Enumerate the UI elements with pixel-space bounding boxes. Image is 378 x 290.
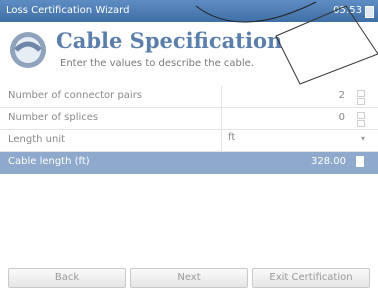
page-title: Cable Specification: [56, 28, 283, 53]
connector-pairs-label: Number of connector pairs: [8, 90, 143, 101]
wizard-footer: Back Next Exit Certification: [0, 265, 378, 290]
cable-length-row[interactable]: Cable length (ft) 328.00: [0, 152, 378, 174]
cable-length-value[interactable]: 328.00: [311, 156, 346, 167]
delete-icon[interactable]: [356, 156, 364, 167]
next-button[interactable]: Next: [130, 268, 248, 288]
page-subtitle: Enter the values to describe the cable.: [60, 58, 254, 69]
connector-pairs-stepper[interactable]: [357, 90, 365, 105]
cable-form: Number of connector pairs 2 Number of sp…: [0, 86, 378, 174]
splices-field[interactable]: 0: [221, 108, 371, 129]
splices-label: Number of splices: [8, 112, 99, 123]
title-bar: Loss Certification Wizard 05:53: [0, 0, 378, 22]
clock: 05:53: [333, 5, 362, 16]
connector-pairs-value[interactable]: 2: [339, 90, 345, 101]
connector-pairs-field[interactable]: 2: [221, 86, 371, 107]
length-unit-row[interactable]: Length unit ft ▾: [0, 130, 378, 152]
cable-length-label: Cable length (ft): [8, 156, 90, 167]
window-title: Loss Certification Wizard: [6, 5, 130, 16]
battery-icon: [365, 6, 374, 18]
length-unit-select[interactable]: ft ▾: [221, 130, 371, 151]
splices-stepper[interactable]: [357, 112, 365, 127]
length-unit-value[interactable]: ft: [228, 132, 235, 143]
connector-pairs-row[interactable]: Number of connector pairs 2: [0, 86, 378, 108]
splices-value[interactable]: 0: [339, 112, 345, 123]
splices-row[interactable]: Number of splices 0: [0, 108, 378, 130]
chevron-down-icon[interactable]: ▾: [361, 134, 365, 143]
cable-length-field[interactable]: 328.00: [221, 152, 370, 173]
wizard-header: Cable Specification Enter the values to …: [0, 22, 378, 84]
length-unit-label: Length unit: [8, 134, 66, 145]
cable-icon: [10, 32, 46, 68]
back-button[interactable]: Back: [8, 268, 126, 288]
exit-certification-button[interactable]: Exit Certification: [252, 268, 370, 288]
